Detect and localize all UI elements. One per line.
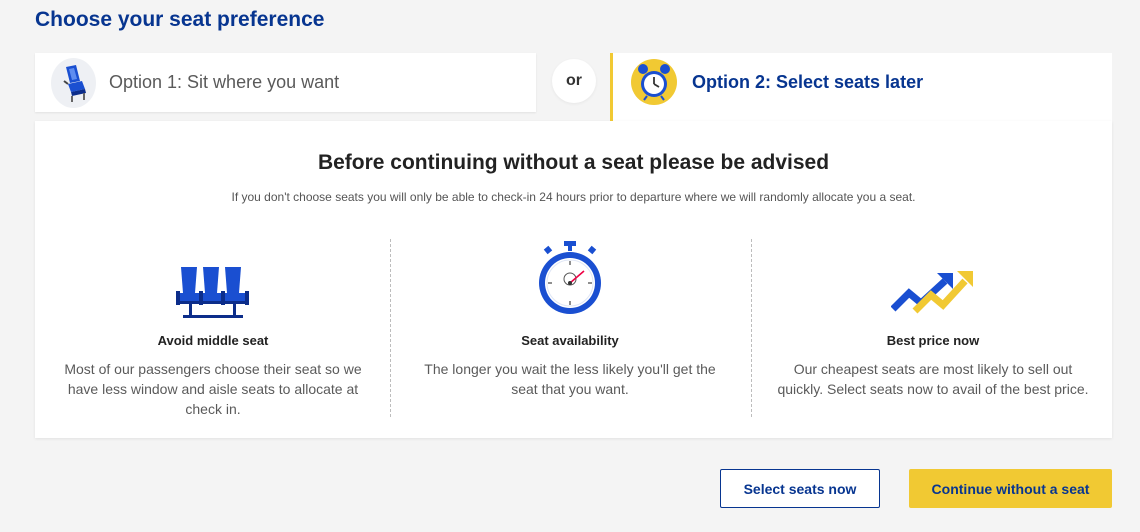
- feature-title: Seat availability: [521, 333, 619, 348]
- airplane-seats-icon: [175, 263, 251, 324]
- feature-avoid-middle-seat: Avoid middle seat Most of our passengers…: [35, 239, 391, 419]
- or-separator: or: [552, 59, 596, 103]
- page-title: Choose your seat preference: [35, 8, 325, 31]
- feature-divider: [390, 239, 391, 417]
- feature-divider: [751, 239, 752, 417]
- select-seats-now-button[interactable]: Select seats now: [720, 469, 880, 508]
- feature-title: Best price now: [886, 333, 980, 348]
- alarm-clock-icon: [631, 59, 677, 105]
- option-select-seats-later[interactable]: Option 2: Select seats later: [610, 53, 1112, 121]
- feature-description: The longer you wait the less likely you'…: [424, 361, 716, 397]
- feature-description: Most of our passengers choose their seat…: [64, 361, 362, 417]
- advisory-subtext: If you don't choose seats you will only …: [231, 190, 916, 204]
- feature-title: Avoid middle seat: [157, 333, 269, 348]
- option1-label: Option 1: Sit where you want: [109, 72, 340, 92]
- feature-seat-availability: Seat availability The longer you wait th…: [392, 239, 748, 419]
- continue-without-seat-button[interactable]: Continue without a seat: [909, 469, 1112, 508]
- option2-label: Option 2: Select seats later: [692, 72, 924, 92]
- advisory-heading: Before continuing without a seat please …: [317, 151, 830, 174]
- feature-description: Our cheapest seats are most likely to se…: [777, 361, 1089, 397]
- option-sit-where-you-want[interactable]: Option 1: Sit where you want: [35, 53, 536, 112]
- trending-up-arrows-icon: [890, 269, 975, 320]
- advisory-panel: Before continuing without a seat please …: [35, 121, 1112, 438]
- feature-best-price-now: Best price now Our cheapest seats are mo…: [755, 239, 1111, 419]
- seat-icon: [51, 58, 96, 108]
- stopwatch-icon: [537, 241, 603, 322]
